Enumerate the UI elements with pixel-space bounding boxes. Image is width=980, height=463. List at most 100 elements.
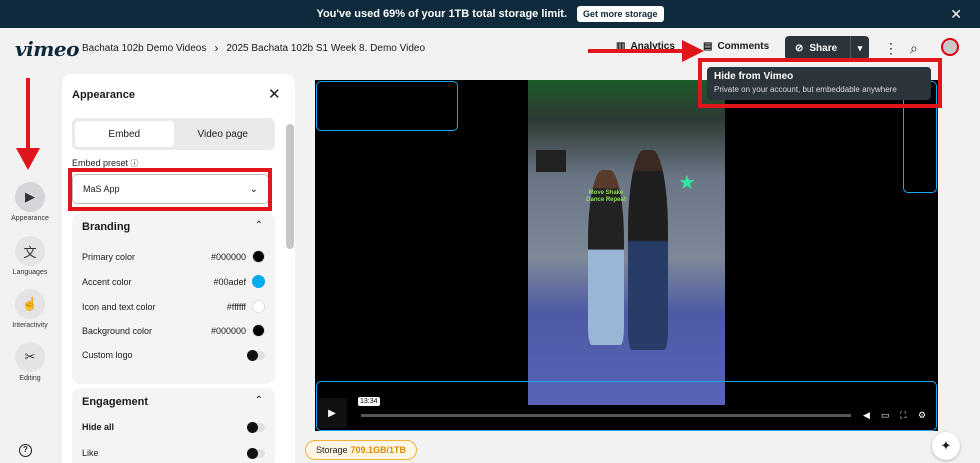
breadcrumb: Bachata 102b Demo Videos › 2025 Bachata … bbox=[82, 41, 425, 55]
engagement-section: Engagement ⌃ Hide all Like bbox=[72, 388, 275, 463]
branding-row-accent[interactable]: Accent color #00adef bbox=[82, 275, 265, 288]
rail-item-appearance[interactable]: ▶ Appearance bbox=[6, 182, 54, 222]
color-swatch[interactable] bbox=[252, 324, 265, 337]
rail-item-languages[interactable]: 文 Languages bbox=[6, 236, 54, 276]
storage-badge[interactable]: Storage 709.1GB/1TB bbox=[305, 440, 417, 460]
engagement-title[interactable]: Engagement bbox=[82, 396, 148, 408]
share-button-group: ⊘ Share ▾ bbox=[785, 36, 869, 60]
chevron-down-icon[interactable]: ▾ bbox=[851, 43, 869, 54]
comment-icon: ▤ bbox=[703, 41, 713, 52]
controls-region bbox=[316, 381, 937, 431]
comments-button[interactable]: ▤ Comments bbox=[703, 41, 769, 52]
volume-icon[interactable]: ◀ bbox=[863, 410, 870, 421]
custom-logo-toggle[interactable] bbox=[247, 349, 265, 361]
annotation-box-tooltip bbox=[698, 58, 942, 108]
pointer-click-icon: ☝ bbox=[15, 289, 45, 319]
rail-item-interactivity[interactable]: ☝ Interactivity bbox=[6, 289, 54, 329]
search-icon[interactable]: ⌕ bbox=[910, 40, 918, 57]
close-icon[interactable]: ✕ bbox=[950, 6, 962, 23]
chevron-right-icon: › bbox=[214, 41, 219, 55]
timecode: 13:34 bbox=[358, 397, 380, 406]
tab-embed[interactable]: Embed bbox=[75, 121, 174, 147]
row-value: #000000 bbox=[210, 251, 246, 262]
preset-label-text: Embed preset bbox=[72, 158, 129, 168]
annotation-box-preset bbox=[68, 168, 272, 211]
dancer-right bbox=[628, 150, 668, 350]
storage-banner: You've used 69% of your 1TB total storag… bbox=[0, 0, 980, 28]
annotation-arrowhead bbox=[16, 148, 40, 170]
tab-video-page[interactable]: Video page bbox=[174, 121, 273, 147]
row-value: #ffffff bbox=[226, 301, 246, 312]
row-value: #00adef bbox=[213, 276, 246, 287]
comments-label: Comments bbox=[717, 41, 770, 52]
studio-logo-icon: ★ bbox=[678, 172, 696, 194]
panel-title: Appearance bbox=[72, 89, 135, 101]
row-value: #000000 bbox=[210, 325, 246, 336]
get-more-storage-button[interactable]: Get more storage bbox=[577, 6, 664, 22]
close-icon[interactable]: ✕ bbox=[268, 85, 281, 103]
branding-title[interactable]: Branding bbox=[82, 221, 130, 233]
engagement-row-like: Like bbox=[82, 447, 265, 459]
rail-label: Appearance bbox=[11, 215, 49, 222]
fullscreen-icon[interactable]: ⛶ bbox=[900, 410, 906, 421]
engagement-row-hide-all: Hide all bbox=[82, 421, 265, 433]
overlay-region bbox=[316, 81, 458, 131]
banner-message: You've used 69% of your 1TB total storag… bbox=[316, 8, 568, 20]
progress-bar[interactable] bbox=[361, 414, 851, 417]
row-label: Icon and text color bbox=[82, 301, 156, 312]
left-rail: ▶ Appearance 文 Languages ☝ Interactivity… bbox=[0, 68, 60, 463]
color-swatch[interactable] bbox=[252, 300, 265, 313]
row-label: Background color bbox=[82, 325, 153, 336]
shirt-text: Move Shake Dance Repeat bbox=[586, 190, 626, 203]
row-label: Accent color bbox=[82, 276, 132, 287]
share-button[interactable]: ⊘ Share bbox=[785, 36, 851, 60]
gear-icon[interactable]: ⚙ bbox=[918, 410, 926, 421]
chevron-up-icon[interactable]: ⌃ bbox=[255, 220, 263, 231]
more-vertical-icon[interactable]: ⋮ bbox=[884, 40, 898, 57]
color-swatch[interactable] bbox=[252, 275, 265, 288]
chevron-up-icon[interactable]: ⌃ bbox=[255, 395, 263, 406]
hide-all-toggle[interactable] bbox=[247, 421, 265, 433]
play-square-icon: ▶ bbox=[15, 182, 45, 212]
rail-label: Languages bbox=[12, 269, 48, 276]
row-label: Like bbox=[82, 448, 99, 458]
row-label: Hide all bbox=[82, 422, 115, 432]
row-label: Custom logo bbox=[82, 350, 133, 360]
vimeo-logo[interactable]: vimeo bbox=[15, 37, 79, 61]
annotation-arrow bbox=[26, 78, 30, 154]
branding-row-background[interactable]: Background color #000000 bbox=[82, 324, 265, 337]
branding-row-primary[interactable]: Primary color #000000 bbox=[82, 250, 265, 263]
annotation-arrowhead bbox=[682, 40, 704, 62]
storage-label: Storage bbox=[315, 445, 348, 455]
wall-tv bbox=[536, 150, 566, 172]
rail-item-editing[interactable]: ✂ Editing bbox=[6, 342, 54, 382]
branding-section: Branding ⌃ Primary color #000000 Accent … bbox=[72, 213, 275, 384]
branding-row-icon-text[interactable]: Icon and text color #ffffff bbox=[82, 300, 265, 313]
panel-scrollbar[interactable] bbox=[286, 124, 294, 249]
play-button[interactable]: ▶ bbox=[317, 398, 347, 428]
help-icon[interactable]: ? bbox=[19, 444, 32, 457]
like-toggle[interactable] bbox=[247, 447, 265, 459]
scissors-icon: ✂ bbox=[15, 342, 45, 372]
breadcrumb-video[interactable]: 2025 Bachata 102b S1 Week 8. Demo Video bbox=[226, 43, 425, 54]
captions-icon[interactable]: ▭ bbox=[881, 410, 890, 421]
dance-studio-image bbox=[528, 80, 725, 405]
eye-off-icon: ⊘ bbox=[795, 42, 804, 54]
embed-tabs: Embed Video page bbox=[72, 118, 275, 150]
info-icon[interactable]: ⓘ bbox=[131, 159, 139, 168]
video-player[interactable]: Move Shake Dance Repeat ★ ▶ 13:34 ◀ ▭ ⛶ … bbox=[315, 80, 938, 431]
breadcrumb-folder[interactable]: Bachata 102b Demo Videos bbox=[82, 43, 206, 54]
storage-value: 709.1GB/1TB bbox=[350, 445, 407, 455]
annotation-arrow bbox=[588, 49, 688, 53]
appearance-panel: Appearance ✕ Embed Video page Embed pres… bbox=[62, 74, 295, 463]
translate-icon: 文 bbox=[15, 236, 45, 266]
color-swatch[interactable] bbox=[252, 250, 265, 263]
video-frame: Move Shake Dance Repeat ★ bbox=[528, 80, 725, 405]
avatar[interactable] bbox=[941, 38, 959, 56]
branding-row-custom-logo: Custom logo bbox=[82, 349, 265, 361]
share-label: Share bbox=[809, 42, 838, 54]
sparkle-icon[interactable]: ✦ bbox=[932, 432, 960, 460]
row-label: Primary color bbox=[82, 251, 136, 262]
rail-label: Editing bbox=[19, 375, 41, 382]
rail-label: Interactivity bbox=[12, 322, 48, 329]
